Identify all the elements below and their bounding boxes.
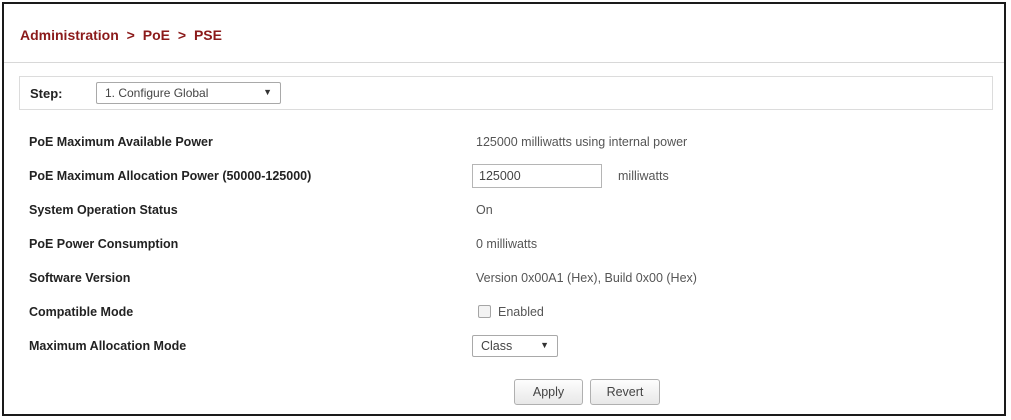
breadcrumb-separator: > [126, 27, 135, 43]
page-frame: Administration > PoE > PSE Step: 1. Conf… [2, 2, 1006, 416]
breadcrumb-separator: > [177, 27, 187, 43]
row-compatible-mode: Compatible Mode Enabled [4, 300, 1004, 328]
software-version-value: Version 0x00A1 (Hex), Build 0x00 (Hex) [476, 271, 697, 285]
row-max-allocation-mode: Maximum Allocation Mode Class ▼ [4, 334, 1004, 362]
system-operation-status-label: System Operation Status [29, 203, 178, 217]
step-selected-value: 1. Configure Global [105, 86, 209, 100]
row-max-available-power: PoE Maximum Available Power 125000 milli… [4, 130, 1004, 158]
system-operation-status-value: On [476, 203, 493, 217]
compatible-mode-label: Compatible Mode [29, 305, 134, 319]
chevron-down-icon: ▼ [540, 340, 549, 350]
power-consumption-label: PoE Power Consumption [29, 237, 179, 251]
row-max-allocation-power: PoE Maximum Allocation Power (50000-1250… [4, 164, 1004, 192]
max-available-power-value: 125000 milliwatts using internal power [476, 135, 688, 149]
breadcrumb-bar: Administration > PoE > PSE [4, 4, 1004, 63]
step-select[interactable]: 1. Configure Global ▼ [96, 82, 281, 104]
compatible-mode-checkbox[interactable] [478, 305, 491, 318]
row-software-version: Software Version Version 0x00A1 (Hex), B… [4, 266, 1004, 294]
step-bar: Step: 1. Configure Global ▼ [19, 76, 993, 110]
max-allocation-mode-value: Class [481, 339, 513, 353]
max-allocation-power-input[interactable]: 125000 [472, 164, 602, 188]
breadcrumb-poe[interactable]: PoE [143, 27, 170, 43]
breadcrumb-pse: PSE [193, 27, 222, 43]
row-system-operation-status: System Operation Status On [4, 198, 1004, 226]
chevron-down-icon: ▼ [263, 87, 272, 97]
compatible-mode-checkbox-label[interactable]: Enabled [498, 305, 544, 319]
row-power-consumption: PoE Power Consumption 0 milliwatts [4, 232, 1004, 260]
apply-button[interactable]: Apply [514, 379, 583, 405]
max-allocation-mode-select[interactable]: Class ▼ [472, 335, 558, 357]
power-consumption-value: 0 milliwatts [476, 237, 538, 251]
max-allocation-power-unit: milliwatts [618, 169, 669, 183]
breadcrumb-administration[interactable]: Administration [20, 27, 119, 43]
max-available-power-label: PoE Maximum Available Power [29, 135, 213, 149]
revert-button[interactable]: Revert [590, 379, 660, 405]
max-allocation-mode-label: Maximum Allocation Mode [29, 339, 187, 353]
max-allocation-power-label: PoE Maximum Allocation Power (50000-1250… [29, 169, 312, 183]
software-version-label: Software Version [29, 271, 131, 285]
step-label: Step: [30, 86, 63, 101]
breadcrumb: Administration > PoE > PSE [20, 27, 222, 43]
